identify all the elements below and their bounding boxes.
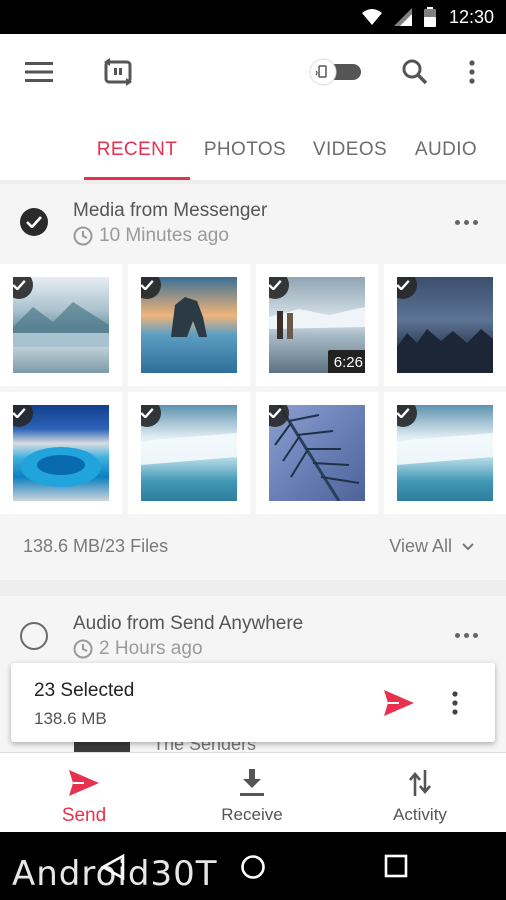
nav-activity[interactable]: Activity bbox=[336, 753, 504, 833]
tab-recent[interactable]: RECENT bbox=[84, 120, 190, 180]
media-thumbnail[interactable]: 6:26 bbox=[256, 264, 378, 386]
card-more-button[interactable] bbox=[455, 633, 478, 638]
selection-bar: 23 Selected 138.6 MB bbox=[11, 663, 495, 742]
send-icon bbox=[384, 690, 414, 716]
media-thumbnail[interactable] bbox=[0, 392, 122, 514]
hot-spring-image bbox=[13, 405, 109, 501]
send-icon bbox=[68, 767, 100, 799]
bottom-navigation: Send Receive Activity bbox=[0, 752, 506, 832]
nav-receive-label: Receive bbox=[221, 805, 283, 824]
media-thumbnail[interactable] bbox=[384, 392, 506, 514]
card-time-text: 10 Minutes ago bbox=[99, 225, 229, 246]
selected-size: 138.6 MB bbox=[34, 709, 107, 728]
tab-audio[interactable]: AUDIO bbox=[406, 120, 486, 180]
home-button[interactable] bbox=[240, 854, 266, 880]
pine-branch-image bbox=[269, 405, 365, 501]
nav-send-label: Send bbox=[61, 805, 107, 826]
search-button[interactable] bbox=[397, 54, 433, 90]
view-all-label: View All bbox=[389, 536, 452, 556]
card-time-text: 2 Hours ago bbox=[99, 638, 203, 659]
watermark-text: Android30T bbox=[12, 854, 218, 894]
card-title: Media from Messenger bbox=[73, 200, 268, 221]
status-time: 12:30 bbox=[448, 7, 494, 27]
chevron-down-icon bbox=[462, 542, 474, 550]
card-title: Audio from Send Anywhere bbox=[73, 613, 304, 634]
media-thumbnail[interactable] bbox=[128, 392, 250, 514]
send-anywhere-logo-icon bbox=[104, 58, 132, 86]
media-thumbnail[interactable] bbox=[384, 264, 506, 386]
clock-icon bbox=[73, 639, 93, 659]
clock-icon bbox=[73, 226, 93, 246]
card-more-button[interactable] bbox=[455, 220, 478, 225]
group-select-checkbox[interactable] bbox=[20, 208, 48, 236]
app-bar: RECENT PHOTOS VIDEOS AUDIO bbox=[0, 34, 506, 180]
signal-icon bbox=[394, 8, 412, 26]
selection-more-button[interactable] bbox=[447, 689, 463, 717]
selected-count: 23 Selected bbox=[34, 680, 135, 701]
card-footer: 138.6 MB/23 Files View All bbox=[0, 516, 506, 580]
more-vert-icon bbox=[469, 60, 475, 84]
app-logo bbox=[100, 54, 136, 90]
status-icons bbox=[362, 7, 436, 27]
tab-videos[interactable]: VIDEOS bbox=[304, 120, 396, 180]
device-toggle[interactable] bbox=[306, 54, 364, 90]
recents-square-icon bbox=[384, 854, 408, 878]
recents-button[interactable] bbox=[384, 854, 408, 878]
send-button[interactable] bbox=[381, 687, 417, 719]
battery-icon bbox=[424, 7, 436, 27]
home-circle-icon bbox=[241, 855, 265, 879]
snowy-forest-image bbox=[397, 277, 493, 373]
group-select-checkbox[interactable] bbox=[20, 622, 48, 650]
status-bar: 12:30 bbox=[0, 0, 506, 34]
view-all-button[interactable]: View All bbox=[389, 536, 474, 557]
media-thumbnail[interactable] bbox=[0, 264, 122, 386]
video-duration-badge: 6:26 bbox=[327, 350, 365, 373]
menu-button[interactable] bbox=[21, 54, 57, 90]
nav-activity-label: Activity bbox=[393, 805, 447, 824]
tab-photos[interactable]: PHOTOS bbox=[196, 120, 294, 180]
wifi-icon bbox=[362, 9, 382, 25]
nav-send[interactable]: Send bbox=[0, 753, 168, 833]
waterfall-image bbox=[397, 405, 493, 501]
active-tab-indicator bbox=[84, 177, 190, 180]
search-icon bbox=[402, 59, 428, 85]
messenger-media-card: Media from Messenger 10 Minutes ago 6:26 bbox=[0, 184, 506, 580]
glacier-video-image: 6:26 bbox=[269, 277, 365, 373]
waterfall-image bbox=[141, 405, 237, 501]
download-icon bbox=[240, 767, 264, 799]
card-header: Media from Messenger 10 Minutes ago bbox=[0, 184, 506, 268]
swap-vertical-icon bbox=[408, 767, 432, 799]
checkmark-icon bbox=[26, 216, 42, 228]
sea-rock-image bbox=[141, 277, 237, 373]
files-summary: 138.6 MB/23 Files bbox=[23, 536, 169, 556]
more-vert-icon bbox=[452, 691, 458, 715]
card-time: 2 Hours ago bbox=[73, 638, 203, 660]
overflow-menu-button[interactable] bbox=[454, 54, 490, 90]
media-thumbnail[interactable] bbox=[128, 264, 250, 386]
nav-receive[interactable]: Receive bbox=[168, 753, 336, 833]
tab-bar: RECENT PHOTOS VIDEOS AUDIO bbox=[0, 120, 506, 180]
lake-mountain-image bbox=[13, 277, 109, 373]
media-thumbnail[interactable] bbox=[256, 392, 378, 514]
toggle-switch-icon bbox=[309, 58, 361, 86]
hamburger-icon bbox=[25, 62, 53, 82]
card-time: 10 Minutes ago bbox=[73, 225, 229, 247]
